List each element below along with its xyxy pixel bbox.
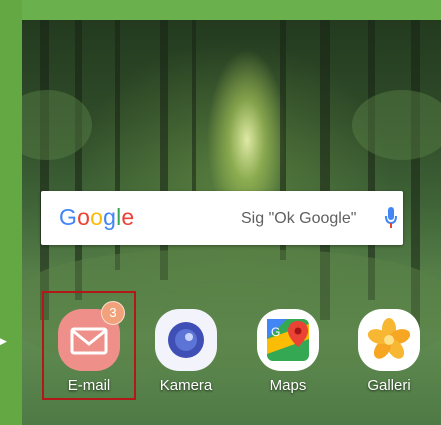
outer-frame-left [0,0,22,425]
selection-highlight [42,291,136,400]
google-search-bar[interactable]: Google Sig "Ok Google" [41,191,403,245]
search-hint: Sig "Ok Google" [241,210,357,227]
app-label: Kamera [159,377,213,394]
svg-text:G: G [271,325,280,339]
app-maps[interactable]: G Maps [248,288,328,400]
microphone-icon[interactable] [384,206,398,230]
app-gallery[interactable]: Galleri [349,288,429,400]
google-maps-icon[interactable]: G [257,309,319,371]
app-label: Galleri [367,377,411,394]
outer-frame-top [0,0,441,20]
home-screen: Google Sig "Ok Google" 3 E-mail Kamera G… [22,20,441,425]
wallpaper-trunk [75,20,82,300]
google-logo: Google [59,204,135,230]
gallery-flower-icon[interactable] [358,309,420,371]
pointer-arrow-icon: ▶ [0,336,7,346]
app-camera[interactable]: Kamera [146,288,226,400]
app-label: Maps [269,377,307,394]
camera-lens-icon[interactable] [155,309,217,371]
wallpaper-foliage [352,90,441,160]
